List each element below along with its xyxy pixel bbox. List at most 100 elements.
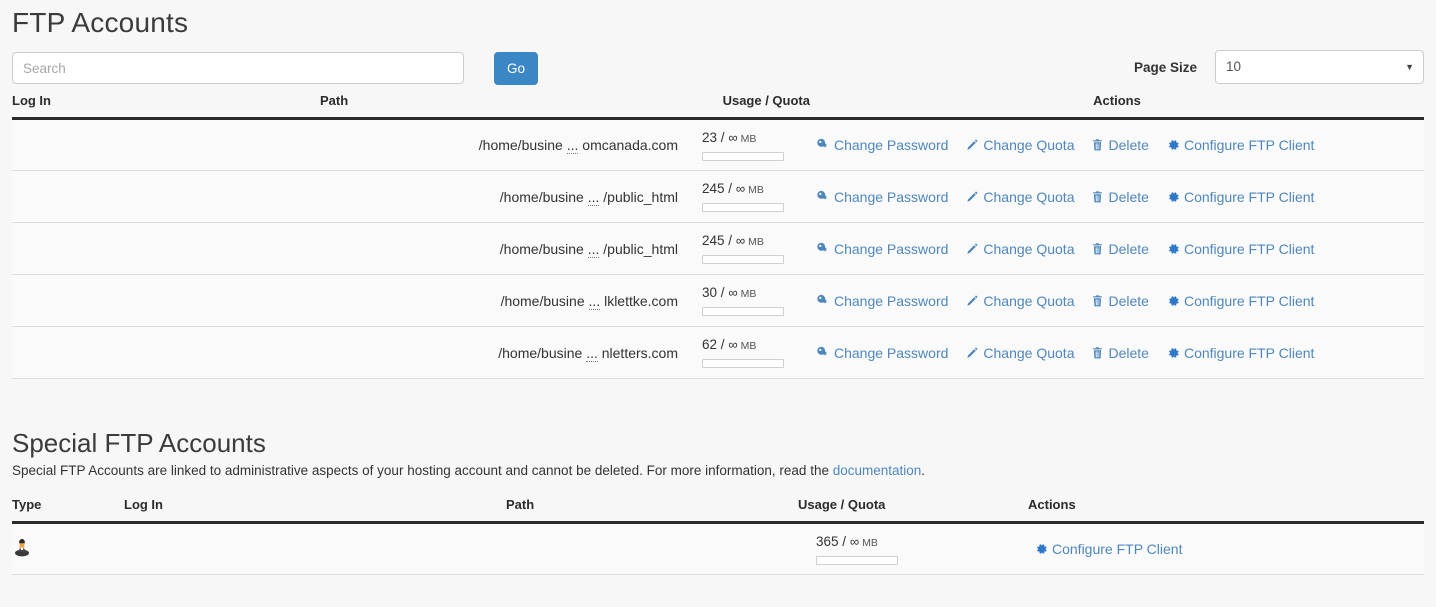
cell-actions: Change Password Change Quota Delete Configu…: [810, 222, 1424, 275]
page-size-label: Page Size: [1133, 59, 1197, 75]
quota-value: ∞: [849, 533, 860, 549]
column-header-special-path: Path: [506, 492, 798, 524]
cell-path: /home/busine ... /public_html: [320, 222, 690, 275]
key-icon: [816, 190, 830, 204]
action-delete[interactable]: Delete: [1091, 188, 1149, 205]
action-label: Delete: [1108, 240, 1149, 257]
action-delete[interactable]: Delete: [1091, 240, 1149, 257]
usage-value: 245: [702, 181, 725, 196]
action-change-password[interactable]: Change Password: [816, 189, 948, 205]
usage-quota: 245 / ∞ MB: [702, 181, 784, 212]
usage-separator: /: [720, 285, 725, 300]
special-table-body: 365 / ∞ MB Configure FTP Client: [12, 522, 1424, 575]
action-change-quota[interactable]: Change Quota: [965, 241, 1074, 257]
table-row: /home/busine ... lklettke.com 30 / ∞ MB Cha…: [12, 274, 1424, 327]
action-configure-ftp-client[interactable]: Configure FTP Client: [1166, 345, 1314, 361]
special-table-head: Type Log In Path Usage / Quota Actions: [12, 492, 1424, 524]
key-icon: [816, 242, 830, 256]
action-label: Configure FTP Client: [1052, 541, 1183, 557]
action-configure-ftp-client[interactable]: Configure FTP Client: [1034, 541, 1182, 557]
action-delete[interactable]: Delete: [1091, 137, 1149, 153]
column-header-login: Log In: [12, 88, 320, 120]
quota-value: ∞: [728, 129, 738, 145]
trash-icon: [1091, 138, 1104, 152]
usage-separator: /: [842, 533, 847, 549]
action-label: Delete: [1108, 292, 1149, 309]
cell-special-usage: 365 / ∞ MB: [798, 522, 1028, 575]
path-suffix: lklettke.com: [604, 292, 678, 309]
usage-progress-bar: [702, 307, 784, 316]
action-change-quota[interactable]: Change Quota: [965, 189, 1074, 205]
ftp-accounts-page: FTP Accounts Go Page Size 10 ▼ Log In Pa…: [0, 0, 1436, 607]
page-size-value: 10: [1226, 59, 1242, 74]
usage-progress-bar: [702, 255, 784, 264]
action-configure-ftp-client[interactable]: Configure FTP Client: [1166, 293, 1314, 309]
action-change-password[interactable]: Change Password: [816, 345, 948, 361]
cell-actions: Change Password Change Quota Delete Configu…: [810, 170, 1424, 223]
cell-actions: Change Password Change Quota Delete Configu…: [810, 326, 1424, 379]
go-button[interactable]: Go: [494, 52, 538, 85]
page-size-select[interactable]: 10 ▼: [1215, 50, 1424, 84]
cell-special-path: [506, 522, 798, 575]
action-change-password[interactable]: Change Password: [816, 241, 948, 257]
trash-icon: [1091, 242, 1104, 256]
usage-value: 30: [702, 285, 718, 300]
action-change-password[interactable]: Change Password: [816, 293, 948, 309]
gear-icon: [1034, 542, 1048, 556]
path-truncation-indicator: ...: [587, 188, 600, 206]
cell-path: /home/busine ... nletters.com: [320, 326, 690, 379]
key-icon: [816, 294, 830, 308]
path-suffix: omcanada.com: [582, 137, 678, 153]
usage-progress-bar: [702, 151, 784, 161]
column-header-special-login: Log In: [124, 492, 506, 524]
cell-usage: 245 / ∞ MB: [690, 222, 810, 275]
action-label: Delete: [1108, 188, 1149, 205]
usage-unit: MB: [740, 340, 757, 352]
action-configure-ftp-client[interactable]: Configure FTP Client: [1166, 189, 1314, 205]
accounts-header-row: Log In Path Usage / Quota Actions: [12, 88, 1424, 120]
usage-unit: MB: [740, 288, 757, 300]
documentation-link[interactable]: documentation: [833, 463, 922, 478]
column-header-type: Type: [12, 492, 124, 524]
pencil-icon: [965, 294, 979, 308]
special-section-title: Special FTP Accounts: [12, 428, 266, 458]
chevron-down-icon: ▼: [1405, 62, 1414, 72]
special-header-row: Type Log In Path Usage / Quota Actions: [12, 492, 1424, 524]
special-section-description: Special FTP Accounts are linked to admin…: [12, 463, 1424, 492]
special-description-text: Special FTP Accounts are linked to admin…: [12, 463, 833, 478]
cell-login: [12, 170, 320, 223]
action-delete[interactable]: Delete: [1091, 292, 1149, 309]
column-header-special-actions: Actions: [1028, 492, 1424, 524]
search-area: Go: [12, 52, 538, 85]
usage-text: 62 / ∞ MB: [702, 337, 784, 354]
action-label: Change Quota: [983, 137, 1075, 153]
cell-login: [12, 222, 320, 275]
usage-quota: 62 / ∞ MB: [702, 337, 784, 368]
action-change-password[interactable]: Change Password: [816, 137, 948, 153]
accounts-table-body: /home/busine ... omcanada.com 23 / ∞ MB Cha…: [12, 118, 1424, 379]
action-change-quota[interactable]: Change Quota: [965, 293, 1074, 309]
action-change-quota[interactable]: Change Quota: [965, 137, 1074, 153]
special-description-suffix: .: [921, 463, 926, 478]
quota-value: ∞: [728, 337, 738, 352]
usage-value: 62: [702, 337, 718, 352]
action-label: Delete: [1108, 137, 1149, 153]
usage-quota: 23 / ∞ MB: [702, 130, 784, 161]
action-change-quota[interactable]: Change Quota: [965, 345, 1074, 361]
usage-quota: 365 / ∞ MB: [816, 534, 898, 565]
path-truncation-indicator: ...: [566, 137, 579, 154]
search-input[interactable]: [12, 52, 464, 84]
action-label: Delete: [1108, 344, 1149, 361]
column-header-path: Path: [320, 88, 690, 120]
gear-icon: [1166, 294, 1180, 308]
usage-value: 365: [816, 533, 839, 549]
action-label: Change Password: [834, 188, 949, 205]
pencil-icon: [965, 242, 979, 256]
pencil-icon: [965, 346, 979, 360]
action-configure-ftp-client[interactable]: Configure FTP Client: [1166, 241, 1314, 257]
action-configure-ftp-client[interactable]: Configure FTP Client: [1166, 137, 1314, 153]
action-delete[interactable]: Delete: [1091, 344, 1149, 361]
action-label: Configure FTP Client: [1183, 137, 1315, 153]
gear-icon: [1166, 242, 1180, 256]
usage-separator: /: [720, 129, 725, 145]
